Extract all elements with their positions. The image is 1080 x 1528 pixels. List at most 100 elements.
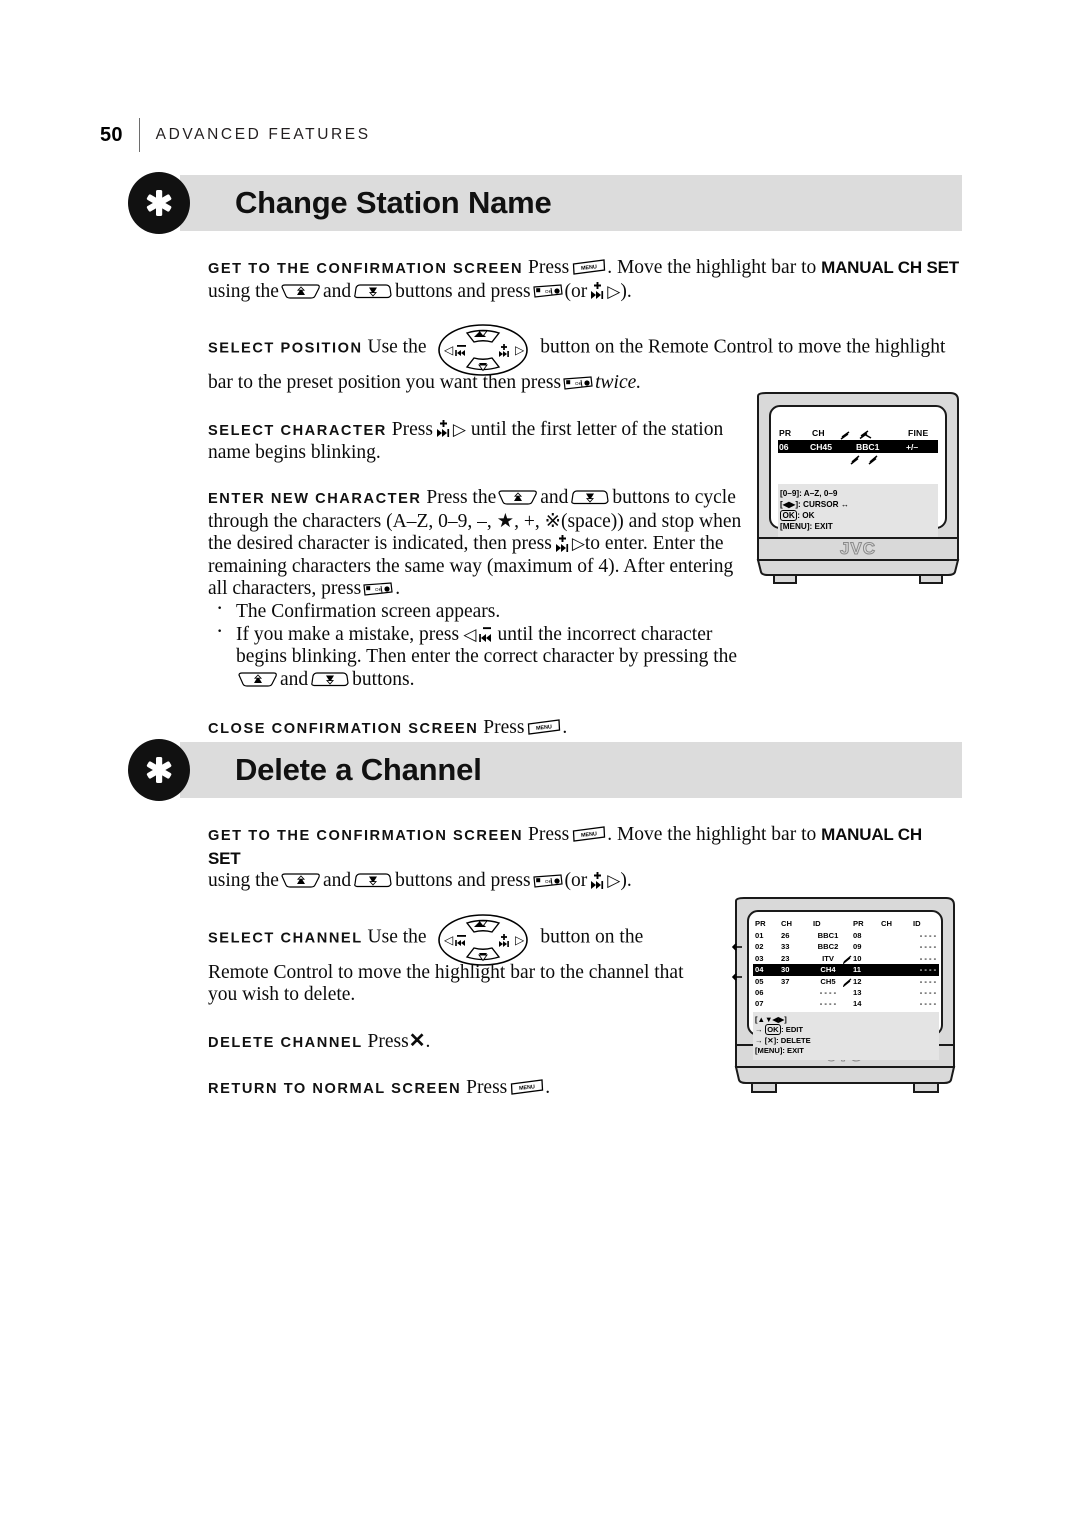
step-text: and: [322, 870, 352, 892]
channel-up-button-icon: [238, 671, 278, 688]
osd-channel-list: PR CH ID PR CH ID 01 26 BBC1 08 - - - - 02 33 B…: [753, 919, 939, 1061]
page-number: 50: [100, 124, 123, 146]
table-row: 07 - - - - 14 - - - -: [753, 998, 939, 1009]
step-enter-new-character: ENTER NEW CHARACTER Press the and buttons …: [208, 487, 753, 601]
osd-legend-panel: [0–9]: A–Z, 0–9 [◀▶]: CURSOR ↔ OK: OK [M…: [778, 484, 938, 537]
right-triangle-icon: ▷: [607, 871, 621, 891]
svg-text:◁: ◁: [444, 933, 454, 947]
svg-text:▷: ▷: [515, 933, 525, 947]
bullet-text: The Confirmation screen appears.: [236, 600, 501, 622]
step-text: buttons and press: [395, 870, 531, 892]
table-row: 02 33 BBC2 09 - - - -: [753, 941, 939, 952]
step-text: .: [395, 578, 401, 600]
osd-highlighted-row: 06 CH45 BBC1 +/–: [778, 440, 938, 453]
step-select-channel: SELECT CHANNEL Use the ◁ ▷ button on the…: [208, 913, 708, 1007]
osd-col-ch-right: CH: [881, 919, 892, 928]
osd-col-pr-right: PR: [853, 919, 864, 928]
osd-cell-fine: +/–: [906, 441, 919, 452]
bullet-text: If you make a mistake, press: [236, 623, 460, 645]
step-text: and: [540, 486, 569, 508]
step-lead: DELETE CHANNEL: [208, 1034, 363, 1051]
osd-legend-line: [▲▼◀▶]: [755, 1014, 787, 1024]
section-banner-change-station-name: Change Station Name: [128, 172, 962, 234]
enter-new-character-notes: The Confirmation screen appears. If you …: [208, 597, 753, 692]
bullet-text: buttons.: [352, 668, 415, 690]
osd-cell-name: BBC1: [856, 441, 880, 452]
step-emphasis: MANUAL CH SET: [821, 258, 959, 277]
step-text: Press: [391, 418, 433, 440]
list-item: The Confirmation screen appears.: [208, 597, 753, 624]
step-lead: RETURN TO NORMAL SCREEN: [208, 1080, 462, 1097]
channel-down-button-icon: [570, 489, 610, 506]
table-cell: 03: [755, 953, 764, 963]
chapter-title: ADVANCED FEATURES: [155, 126, 371, 144]
step-text: Press: [466, 1076, 508, 1098]
ok-key-badge: OK: [764, 1024, 782, 1036]
blink-indicator-lower-icon: [850, 455, 878, 465]
table-cell: 26: [781, 931, 790, 940]
table-cell: 33: [781, 942, 790, 952]
step-text: ).: [620, 870, 632, 892]
step-text: ).: [620, 280, 632, 302]
step-text: . Move the highlight bar to: [607, 824, 817, 845]
osd-col-id-right: ID: [913, 919, 921, 928]
four-way-nav-button-icon: ◁ ▷: [437, 913, 529, 966]
table-cell: - - - -: [919, 976, 937, 986]
osd-col-fine: FINE: [908, 428, 929, 438]
menu-button-icon: MENU: [510, 1078, 544, 1095]
step-text: .: [545, 1076, 551, 1098]
star-glyph: ★: [496, 510, 515, 532]
table-cell: 14: [853, 999, 862, 1009]
running-head: 50 ADVANCED FEATURES: [100, 118, 371, 152]
table-row: 03 23 ITV 10- - - -: [753, 953, 939, 964]
table-row: 05 37 CH5 12- - - -: [753, 976, 939, 987]
right-triangle-icon: ▷: [607, 281, 621, 301]
four-way-nav-button-icon: ◁ ▷: [437, 324, 529, 376]
step-text: Use the: [367, 926, 427, 948]
step-lead: SELECT CHARACTER: [208, 422, 387, 439]
step-text: using the: [208, 280, 279, 302]
table-cell: ITV: [822, 953, 834, 963]
table-cell: 08: [853, 931, 862, 940]
table-cell: 13: [853, 987, 862, 997]
table-cell: 09: [853, 942, 862, 952]
right-triangle-icon: ▷: [571, 534, 585, 554]
tv-illustration-channel-list: JVC PR CH ID PR CH ID 0126BBC108- - - -0…: [728, 897, 960, 1093]
skip-forward-button-icon: [435, 419, 452, 438]
osd-col-ch-left: CH: [781, 919, 792, 928]
channel-up-button-icon: [281, 283, 321, 300]
running-head-divider: [138, 118, 140, 152]
table-cell: - - - -: [819, 987, 837, 997]
step-text: Press: [528, 824, 570, 845]
osd-cell-pr: 06: [779, 441, 789, 452]
menu-button-icon: MENU: [572, 259, 606, 275]
svg-text:▷: ▷: [515, 343, 525, 357]
osd-legend-line-ok: → OK: EDIT: [755, 1024, 804, 1036]
step-lead: CLOSE CONFIRMATION SCREEN: [208, 721, 479, 738]
table-cell: BBC1: [817, 931, 839, 940]
channel-up-button-icon: [281, 872, 321, 889]
table-cell: 23: [781, 953, 790, 963]
ok-key-badge: OK: [780, 510, 798, 521]
step-lead: ENTER NEW CHARACTER: [208, 490, 422, 507]
osd-legend-panel: [▲▼◀▶] → OK: EDIT → [✕]: DELETE [MENU]: …: [753, 1011, 939, 1061]
skip-forward-button-icon: [589, 871, 606, 890]
step-text: twice.: [595, 372, 642, 394]
skip-back-button-icon: [478, 624, 495, 643]
step-get-to-confirmation-screen: GET TO THE CONFIRMATION SCREEN Press MENU…: [208, 257, 966, 303]
osd-header-row: PR CH ID PR CH ID: [753, 919, 939, 930]
osd-legend-line-ok: OK: OK: [780, 510, 936, 521]
table-cell: CH4: [820, 965, 836, 975]
table-row: 04 30 CH4 11 - - - -: [753, 964, 939, 976]
osd-col-pr-left: PR: [755, 919, 766, 928]
table-cell: - - - -: [919, 942, 937, 952]
table-cell: 07: [755, 999, 764, 1009]
list-item: If you make a mistake, press ◁until the …: [208, 620, 753, 692]
ok-record-button-icon: OK: [532, 284, 563, 298]
blink-indicator-icon: [843, 978, 852, 987]
step-lead: GET TO THE CONFIRMATION SCREEN: [208, 828, 524, 844]
step-text: .: [562, 717, 568, 739]
table-cell: 02: [755, 942, 764, 952]
ok-record-button-icon: OK: [532, 874, 563, 888]
blink-indicator-icon: [843, 955, 852, 964]
